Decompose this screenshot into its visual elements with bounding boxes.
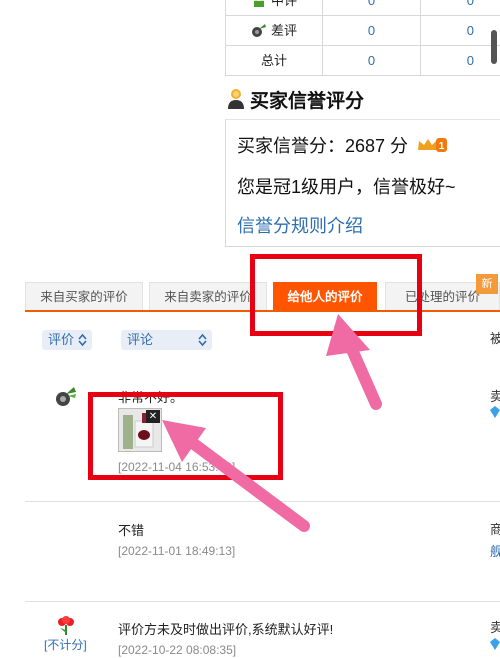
scrollbar[interactable] [491, 30, 497, 64]
credit-title: 买家信誉评分 [250, 90, 365, 112]
stats-row-total: 总计 0 0 [225, 46, 500, 76]
credit-score-line: 买家信誉分：2687 分 1 [237, 132, 448, 158]
comment-text: 不错 [118, 523, 145, 538]
rated-party-header: 被 [490, 331, 500, 346]
stats-count[interactable]: 0 [323, 46, 421, 76]
stats-label: 总计 [225, 46, 323, 76]
stats-count[interactable]: 0 [323, 16, 421, 46]
rating-filter-label: 评价 [48, 332, 75, 347]
diamond-icon [490, 406, 500, 418]
sort-updown-icon [78, 333, 87, 347]
not-counted-note: [不计分] [44, 638, 87, 652]
rated-party-sublabel[interactable]: 舰 [490, 541, 500, 560]
neutral-rating-icon [253, 0, 264, 7]
stats-label: 差评 [270, 23, 297, 38]
crown-level-number: 1 [439, 141, 445, 152]
positive-rating-icon [58, 616, 74, 635]
credit-rules-link[interactable]: 信誉分规则介绍 [237, 212, 363, 238]
row-divider [25, 501, 500, 502]
stats-row-neutral: 中评 0 0 [225, 0, 500, 16]
new-badge: 新 [476, 274, 498, 294]
rated-party-label: 卖 [490, 620, 500, 635]
highlight-box-tab [250, 254, 422, 336]
comment-filter-select[interactable]: 评论 [121, 330, 212, 350]
person-icon [228, 89, 244, 109]
sort-updown-icon [198, 333, 207, 347]
stats-count[interactable]: 0 [421, 16, 500, 46]
stats-row-negative: 差评 0 0 [225, 16, 500, 46]
rating-stats-table: 中评 0 0 差评 0 0 总计 0 0 [225, 0, 500, 76]
comment-date: [2022-11-01 18:49:13] [118, 544, 236, 558]
row-divider [25, 601, 500, 602]
credit-level-line: 您是冠1级用户，信誉极好~ [237, 177, 456, 197]
comment-filter-label: 评论 [127, 332, 154, 347]
rating-filter-select[interactable]: 评价 [42, 330, 92, 350]
negative-rating-icon [251, 24, 266, 37]
rated-party-label: 商 [490, 522, 500, 537]
comment-text: 评价方未及时做出评价,系统默认好评! [118, 622, 334, 637]
stats-label: 中评 [270, 0, 297, 8]
diamond-icon [490, 638, 500, 650]
tab-from-buyers[interactable]: 来自买家的评价 [25, 282, 143, 310]
highlight-box-photo [88, 392, 283, 480]
crown-level-1-icon: 1 [418, 138, 448, 152]
negative-rating-icon [56, 387, 76, 406]
credit-score-text: 买家信誉分：2687 分 [237, 136, 409, 156]
comment-date: [2022-10-22 08:08:35] [118, 643, 237, 657]
stats-count[interactable]: 0 [421, 46, 500, 76]
rated-party-label: 卖 [490, 389, 500, 404]
stats-count[interactable]: 0 [421, 0, 500, 16]
credit-heading: 买家信誉评分 [226, 84, 500, 114]
stats-count[interactable]: 0 [323, 0, 421, 16]
credit-box: 买家信誉分：2687 分 1 您是冠1级用户，信誉极好~ 信誉分规则介绍 [225, 119, 500, 247]
